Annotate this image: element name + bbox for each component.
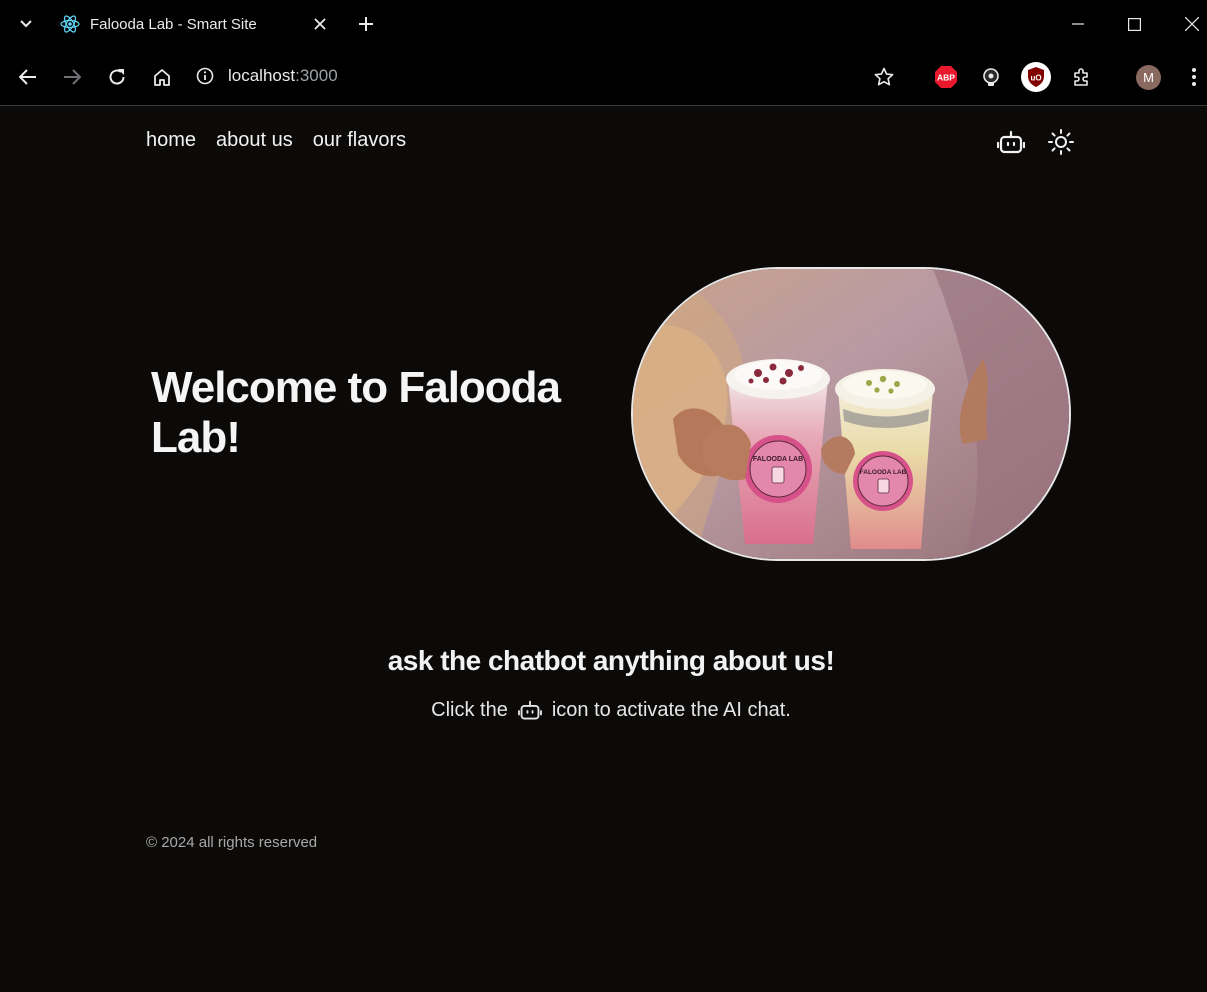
instructions-before: Click the — [431, 699, 508, 721]
home-icon[interactable] — [150, 65, 174, 89]
main-nav: home about us our flavors — [146, 129, 406, 152]
maximize-window-icon[interactable] — [1122, 12, 1146, 36]
reload-icon[interactable] — [105, 65, 129, 89]
site-info-icon[interactable] — [196, 67, 214, 85]
tab-list-chevron-icon[interactable] — [14, 12, 38, 36]
nav-home-link[interactable]: home — [146, 129, 196, 152]
browser-tab-strip: Falooda Lab - Smart Site — [0, 0, 1207, 48]
url-port: :3000 — [295, 66, 338, 85]
bulb-extension-icon[interactable] — [979, 65, 1003, 89]
cup-label-right: FALOODA LAB — [860, 469, 907, 476]
new-tab-plus-icon[interactable] — [354, 12, 378, 36]
forward-arrow-icon[interactable] — [60, 65, 84, 89]
close-window-icon[interactable] — [1180, 12, 1204, 36]
chatbot-prompt-heading: ask the chatbot anything about us! — [387, 645, 835, 676]
tab-title: Falooda Lab - Smart Site — [90, 15, 257, 33]
back-arrow-icon[interactable] — [16, 65, 40, 89]
falooda-cups-photo: FALOODA LAB FALOODA LAB — [631, 267, 1071, 561]
url-host: localhost — [228, 66, 296, 85]
sun-theme-icon[interactable] — [1046, 127, 1076, 157]
hero-title: Welcome to Falooda Lab! — [151, 363, 561, 462]
footer-copyright: © 2024 all rights reserved — [146, 834, 318, 851]
react-logo-icon — [60, 14, 80, 34]
browser-tab[interactable]: Falooda Lab - Smart Site — [52, 6, 342, 42]
instructions-after: icon to activate the AI chat. — [551, 699, 791, 721]
bookmark-star-icon[interactable] — [872, 65, 896, 89]
adblock-plus-label: ABP — [937, 73, 955, 83]
chatbot-instructions: Click the icon to activate the AI chat. — [0, 699, 1207, 722]
browser-menu-icon[interactable] — [1182, 65, 1206, 89]
inline-bot-icon — [517, 700, 542, 722]
browser-toolbar: localhost:3000 ABP uO M — [0, 48, 1207, 106]
nav-about-link[interactable]: about us — [216, 129, 293, 152]
profile-avatar[interactable]: M — [1136, 65, 1161, 90]
chatbot-bot-icon[interactable] — [996, 129, 1026, 157]
page-content: home about us our flavors Welcome to Fal… — [0, 107, 1207, 992]
nav-flavors-link[interactable]: our flavors — [313, 129, 406, 152]
adblock-plus-icon[interactable]: ABP — [934, 65, 958, 89]
cup-label-left: FALOODA LAB — [753, 456, 803, 463]
ublock-origin-icon[interactable]: uO — [1021, 62, 1051, 92]
extensions-puzzle-icon[interactable] — [1070, 65, 1094, 89]
address-bar[interactable]: localhost:3000 — [196, 56, 338, 96]
minimize-window-icon[interactable] — [1066, 12, 1090, 36]
ublock-origin-label: uO — [1030, 74, 1041, 83]
close-tab-icon[interactable] — [310, 14, 330, 34]
profile-initial: M — [1143, 70, 1154, 85]
